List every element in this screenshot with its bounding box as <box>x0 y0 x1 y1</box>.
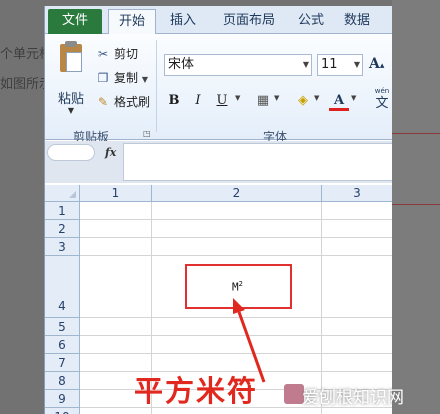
watermark-text: 爱刨根知识网 <box>302 388 404 408</box>
watermark-logo-icon <box>284 384 304 404</box>
annotation-arrow-icon <box>233 298 266 383</box>
annotation-text: 平方米符 <box>134 374 259 408</box>
